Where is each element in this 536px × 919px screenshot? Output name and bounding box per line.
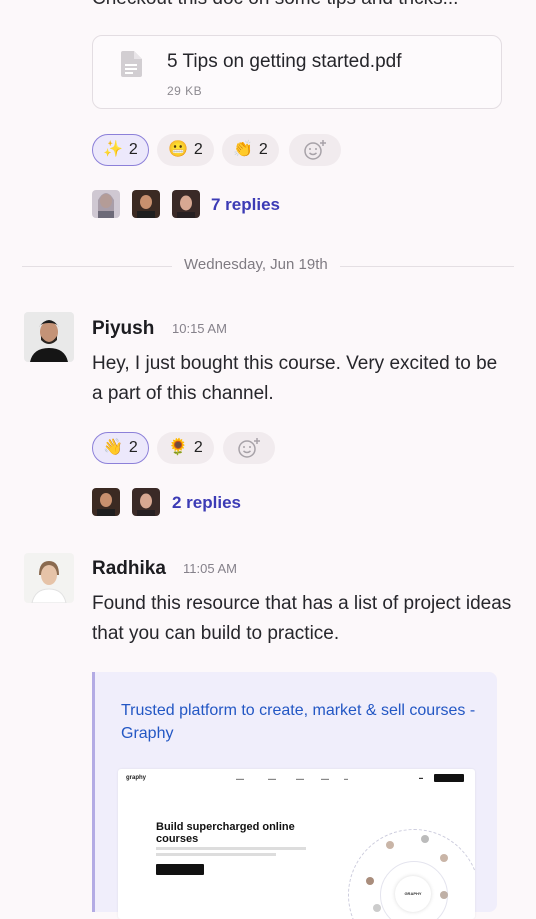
date-divider-label: Wednesday, Jun 19th — [172, 256, 340, 273]
preview-avatar-dot — [440, 891, 448, 899]
message-author[interactable]: Piyush — [92, 318, 154, 340]
preview-avatar-dot — [366, 877, 374, 885]
preview-cta-button — [156, 864, 204, 875]
message-timestamp: 11:05 AM — [183, 561, 237, 576]
document-icon — [121, 51, 142, 77]
preview-nav-item: ▬ — [344, 776, 348, 781]
reaction-count: 2 — [128, 439, 138, 456]
preview-center-badge: GRAPHY — [395, 876, 431, 912]
attachment-file-name: 5 Tips on getting started.pdf — [167, 51, 402, 72]
reaction-count: 2 — [193, 439, 203, 456]
add-reaction-button[interactable] — [223, 432, 275, 464]
link-preview-card[interactable]: Trusted platform to create, market & sel… — [92, 672, 497, 919]
preview-login: ▬ — [419, 775, 423, 780]
link-preview-title[interactable]: Trusted platform to create, market & sel… — [121, 699, 481, 745]
preview-avatar-dot — [440, 854, 448, 862]
preview-nav-item: ▬▬ — [296, 776, 304, 781]
replies-link[interactable]: 2 replies — [172, 493, 241, 513]
add-emoji-icon — [238, 438, 260, 458]
preview-nav-item: ▬▬ — [321, 776, 329, 781]
reaction-wave[interactable]: 👋 2 — [92, 432, 149, 464]
attachment-file-size: 29 KB — [167, 84, 203, 98]
avatar — [132, 488, 160, 516]
avatar — [172, 190, 200, 218]
clap-emoji: 👏 — [233, 141, 253, 158]
reaction-sunflower[interactable]: 🌻 2 — [157, 432, 214, 464]
preview-subtext — [156, 847, 306, 850]
replies-link[interactable]: 7 replies — [211, 195, 280, 215]
preview-subtext — [156, 853, 276, 856]
preview-headline: Build supercharged online courses — [156, 821, 295, 845]
sunflower-emoji: 🌻 — [168, 439, 188, 456]
message-timestamp: 10:15 AM — [172, 321, 227, 336]
file-attachment[interactable]: 5 Tips on getting started.pdf 29 KB — [92, 35, 502, 109]
preview-logo: graphy — [126, 775, 147, 781]
preview-avatar-dot — [373, 904, 381, 912]
sparkles-emoji: ✨ — [103, 141, 123, 158]
preview-avatar-dot — [386, 841, 394, 849]
avatar — [92, 488, 120, 516]
avatar[interactable] — [24, 312, 74, 362]
wave-emoji: 👋 — [103, 439, 123, 456]
grimace-emoji: 😬 — [168, 141, 188, 158]
reaction-count: 2 — [193, 141, 203, 158]
reaction-clap[interactable]: 👏 2 — [222, 134, 279, 166]
previous-message-text: Checkout this doc on some tips and trick… — [92, 0, 458, 10]
avatar — [132, 190, 160, 218]
reaction-count: 2 — [128, 141, 138, 158]
add-reaction-button[interactable] — [289, 134, 341, 166]
reaction-grimace[interactable]: 😬 2 — [157, 134, 214, 166]
reaction-sparkles[interactable]: ✨ 2 — [92, 134, 149, 166]
add-emoji-icon — [304, 140, 326, 160]
message-author[interactable]: Radhika — [92, 558, 166, 580]
preview-nav-item: ▬▬ — [236, 776, 244, 781]
message-text: Hey, I just bought this course. Very exc… — [92, 353, 498, 404]
preview-nav-item: ▬▬ — [268, 776, 276, 781]
link-preview-image[interactable]: graphy ▬▬ ▬▬ ▬▬ ▬▬ ▬ ▬ Build supercharge… — [118, 769, 475, 919]
avatar — [92, 190, 120, 218]
reaction-count: 2 — [258, 141, 268, 158]
avatar[interactable] — [24, 553, 74, 603]
preview-signup-button — [434, 774, 464, 782]
message-text: Found this resource that has a list of p… — [92, 593, 512, 644]
preview-avatar-dot — [421, 835, 429, 843]
